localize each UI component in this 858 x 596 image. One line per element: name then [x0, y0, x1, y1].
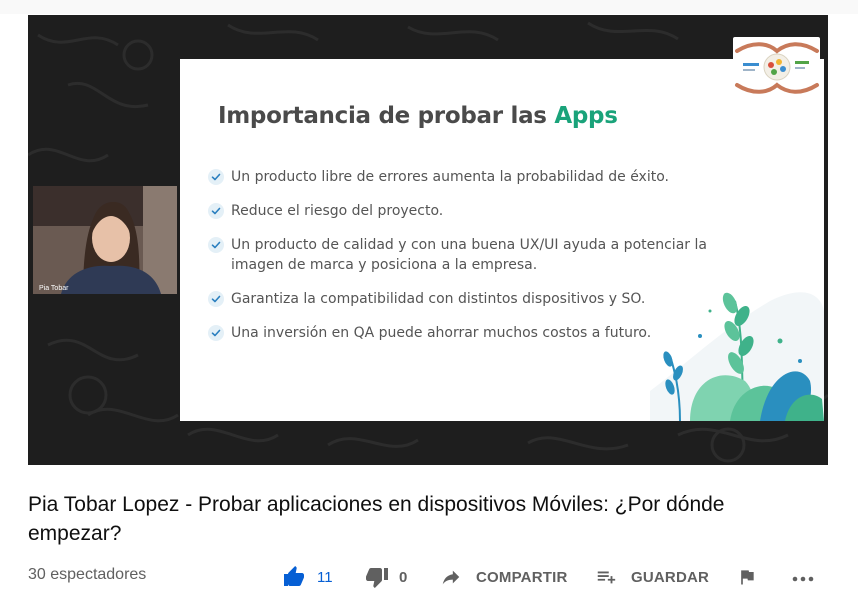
slide-bullet: Una inversión en QA puede ahorrar muchos… [208, 323, 708, 343]
more-actions-button[interactable] [790, 564, 816, 590]
slide-bullet: Garantiza la compatibilidad con distinto… [208, 289, 708, 309]
flag-icon [741, 570, 754, 585]
like-button[interactable]: 11 [282, 564, 333, 590]
share-label: COMPARTIR [476, 568, 568, 586]
more-icon [792, 576, 814, 582]
slide-bullet: Reduce el riesgo del proyecto. [208, 201, 708, 221]
thumb-up-icon [284, 566, 304, 586]
webcam-overlay: Pia Tobar [33, 186, 177, 294]
plant-illustration [650, 292, 824, 421]
share-icon [442, 570, 460, 585]
top-bar [0, 0, 858, 14]
slide-title-text: Importancia de probar las [218, 103, 555, 129]
check-icon [208, 203, 224, 219]
like-count: 11 [317, 568, 333, 586]
dislike-count: 0 [399, 568, 408, 586]
share-button[interactable]: COMPARTIR [440, 564, 568, 590]
view-count: 30 espectadores [28, 566, 147, 583]
slide-bullet: Un producto libre de errores aumenta la … [208, 167, 708, 187]
presentation-slide: Importancia de probar las Apps Un produc… [180, 59, 824, 421]
speaker-video [33, 186, 177, 294]
slide-title-accent: Apps [554, 103, 618, 129]
check-icon [208, 169, 224, 185]
slide-bullet-list: Un producto libre de errores aumenta la … [208, 167, 708, 357]
dislike-button[interactable]: 0 [365, 564, 407, 590]
webcam-participant-name: Pia Tobar [39, 285, 69, 292]
save-button[interactable]: GUARDAR [595, 564, 709, 590]
slide-bullet: Un producto de calidad y con una buena U… [208, 235, 708, 275]
playlist-add-icon [597, 571, 616, 584]
check-icon [208, 237, 224, 253]
check-icon [208, 325, 224, 341]
event-logo [733, 37, 820, 97]
slide-title: Importancia de probar las Apps [218, 103, 618, 129]
report-button[interactable] [737, 564, 757, 590]
check-icon [208, 291, 224, 307]
video-player[interactable]: Importancia de probar las Apps Un produc… [28, 15, 828, 465]
video-title: Pia Tobar Lopez - Probar aplicaciones en… [28, 493, 725, 545]
save-label: GUARDAR [631, 568, 710, 586]
thumb-down-icon [366, 568, 388, 588]
